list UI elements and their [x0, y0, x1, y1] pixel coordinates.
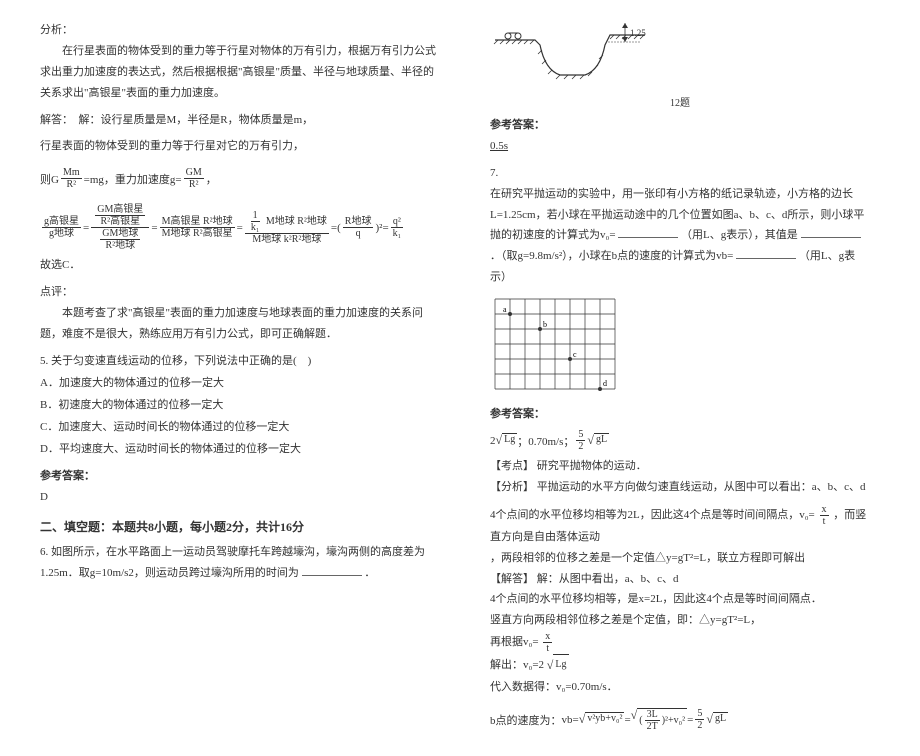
eq1-prefix: 则G — [40, 171, 59, 187]
grid-svg: a b c d — [490, 294, 620, 394]
eq2-eq2: = — [151, 222, 157, 234]
q5-choice-a: A．加速度大的物体通过的位移一定大 — [40, 372, 440, 394]
conclude: 故选C． — [40, 255, 440, 276]
eq1-suffix: ， — [206, 171, 217, 187]
left-column: 分析： 在行星表面的物体受到的重力等于行星对物体的万有引力，根据万有引力公式求出… — [40, 20, 440, 736]
eq2-eq5: = — [382, 222, 388, 234]
q7-p8-a: b点的速度为： — [490, 712, 562, 728]
ref-ans-label-1: 参考答案： — [40, 466, 440, 487]
q7-kp: 【考点】 研究平抛物体的运动． — [490, 456, 870, 477]
q7-sol: 【解答】 解：从图中看出，a、b、c、d — [490, 569, 870, 590]
q7-blank-3 — [736, 247, 796, 259]
eq1-mid: =mg，重力加速度g= — [84, 171, 182, 187]
q7-ans-sqrt2: gL — [587, 433, 609, 448]
q5-stem: 5. 关于匀变速直线运动的位移，下列说法中正确的是( ) — [40, 351, 440, 372]
svg-text:d: d — [603, 379, 607, 388]
q7-analysis: 【分析】 平抛运动的水平方向做匀速直线运动，从图中可以看出：a、b、c、d — [490, 477, 870, 498]
q7-answer-line: 2 Lg ；0.70m/s； 5 2 gL — [490, 429, 870, 452]
fig12-caption: 12题 — [490, 94, 870, 109]
q7-sol-label: 【解答】 — [490, 573, 534, 585]
eq2-f1: GM高银星R²高银星 GM地球R²地球 — [91, 204, 149, 251]
q5-choice-b: B．初速度大的物体通过的位移一定大 — [40, 394, 440, 416]
eq2-eq1: = — [83, 222, 89, 234]
q7-kp-label: 【考点】 — [490, 460, 534, 472]
q7-blank-1 — [618, 226, 678, 238]
page-root: 分析： 在行星表面的物体受到的重力等于行星对物体的万有引力，根据万有引力公式求出… — [0, 0, 920, 756]
q7-stem-b: （用L、g表示），其值是 — [681, 229, 798, 241]
svg-text:c: c — [573, 350, 577, 359]
solve-p1: 行星表面的物体受到的重力等于行星对它的万有引力， — [40, 136, 440, 157]
q5-answer: D — [40, 487, 440, 508]
q7-an-text: 平抛运动的水平方向做匀速直线运动，从图中可以看出：a、b、c、d — [537, 481, 866, 493]
q7-ans-frac: 5 2 — [576, 429, 585, 452]
section-2-heading: 二、填空题：本题共8小题，每小题2分，共计16分 — [40, 516, 440, 539]
q6-answer: 0.5s — [490, 136, 870, 157]
eq1-frac-2: GMR² — [184, 167, 204, 190]
right-column: 1.25 12题 参考答案： 0.5s 7. 在研究平抛运动的实验中，用一张印有… — [490, 20, 870, 736]
analysis-text: 在行星表面的物体受到的重力等于行星对物体的万有引力，根据万有引力公式求出重力加速… — [40, 41, 440, 104]
eq2-f2: M高银星 R²地球 M地球 R²高银星 — [160, 216, 235, 239]
q7-p4: 竖直方向两段相邻位移之差是个定值，即：△y=gT²=L， — [490, 610, 870, 631]
q7-p6: 解出：v₀=2 Lg — [490, 654, 870, 677]
ref-ans-label-3: 参考答案： — [490, 404, 870, 425]
q7-p7: 代入数据得：v₀=0.70m/s． — [490, 677, 870, 698]
q7-p6-sqrt: Lg — [547, 654, 569, 677]
q7-stem-c: ．（取g=9.8m/s²），小球在b点的速度的计算式为vb= — [490, 250, 733, 262]
eq2-f3: 1k₁ M地球 R²地球 M地球 k²R²地球 — [245, 210, 329, 245]
equation-2: g高银星 g地球 = GM高银星R²高银星 GM地球R²地球 = M高银星 R²… — [40, 204, 440, 251]
q7-kp-text: 研究平抛物体的运动． — [537, 460, 647, 472]
eq2-lhs: g高银星 g地球 — [42, 216, 81, 239]
q7-an-label: 【分析】 — [490, 481, 534, 493]
q7-p5-a: 再根据v₀= — [490, 636, 539, 648]
q7-p8-sqrt-1: v²yb+v₀² — [579, 712, 625, 727]
q7-ans-sqrt1: Lg — [496, 433, 518, 448]
q5-choice-d: D．平均速度大、运动时间长的物体通过的位移一定大 — [40, 438, 440, 460]
q7-p3: 4个点间的水平位移均相等，是x=2L，因此这4个点是等时间间隔点． — [490, 589, 870, 610]
svg-text:a: a — [503, 305, 507, 314]
review-text: 本题考查了求"高银星"表面的重力加速度与地球表面的重力加速度的关系问题，难度不是… — [40, 303, 440, 345]
q7-num: 7. — [490, 163, 870, 184]
q6-answer-val: 0.5s — [490, 140, 508, 152]
q7-blank-2 — [801, 226, 861, 238]
q7-p1-frac: x t — [820, 504, 829, 527]
analysis-label: 分析： — [40, 20, 440, 41]
q7-p8-frac-final: 5 2 — [695, 708, 704, 731]
eq2-eq3: = — [237, 222, 243, 234]
ref-ans-label-2: 参考答案： — [490, 115, 870, 136]
eq2-f4: R地球 q — [343, 216, 374, 239]
q7-p8-sqrt-2: (3L2T)²+v₀² — [631, 708, 688, 732]
q6-stem: 6. 如图所示，在水平路面上一运动员驾驶摩托车跨越壕沟，壕沟两侧的高度差为1.2… — [40, 542, 440, 584]
q7-p1: 4个点间的水平位移均相等为2L，因此这4个点是等时间间隔点，v₀= x t ，而… — [490, 504, 870, 548]
q7-p8-vb: vb — [562, 714, 573, 726]
q7-sol-text: 解：从图中看出，a、b、c、d — [537, 573, 679, 585]
grid-diagram: a b c d — [490, 294, 870, 398]
figure-12: 1.25 12题 — [490, 20, 870, 109]
q7-p8: b点的速度为： vb = v²yb+v₀² = (3L2T)²+v₀² = 5 … — [490, 708, 870, 732]
q7-p2: ，两段相邻的位移之差是一个定值△y=gT²=L，联立方程即可解出 — [490, 548, 870, 569]
q7-ans-mid: ；0.70m/s； — [517, 433, 574, 449]
eq1-frac-1: MmR² — [61, 167, 82, 190]
solve-label: 解答： 解：设行星质量是M，半径是R，物体质量是m， — [40, 110, 440, 131]
q7-p8-eq3: = — [687, 714, 693, 726]
q6-blank — [302, 564, 362, 576]
trench-diagram-svg: 1.25 — [490, 20, 650, 90]
q7-stem: 在研究平抛运动的实验中，用一张印有小方格的纸记录轨迹，小方格的边长L=1.25c… — [490, 184, 870, 288]
eq2-f5: q² k₁ — [391, 216, 404, 239]
svg-text:b: b — [543, 320, 547, 329]
q7-p6-a: 解出：v₀=2 — [490, 659, 544, 671]
q7-p1-a: 4个点间的水平位移均相等为2L，因此这4个点是等时间间隔点，v₀= — [490, 509, 815, 521]
equation-1: 则G MmR² =mg，重力加速度g= GMR² ， — [40, 167, 440, 190]
review-label: 点评： — [40, 282, 440, 303]
fig12-height: 1.25 — [630, 28, 646, 38]
q5-choice-c: C．加速度大、运动时间长的物体通过的位移一定大 — [40, 416, 440, 438]
q7-p8-sqrt-3: gL — [706, 712, 728, 727]
q6-stem-b: ． — [364, 567, 375, 579]
